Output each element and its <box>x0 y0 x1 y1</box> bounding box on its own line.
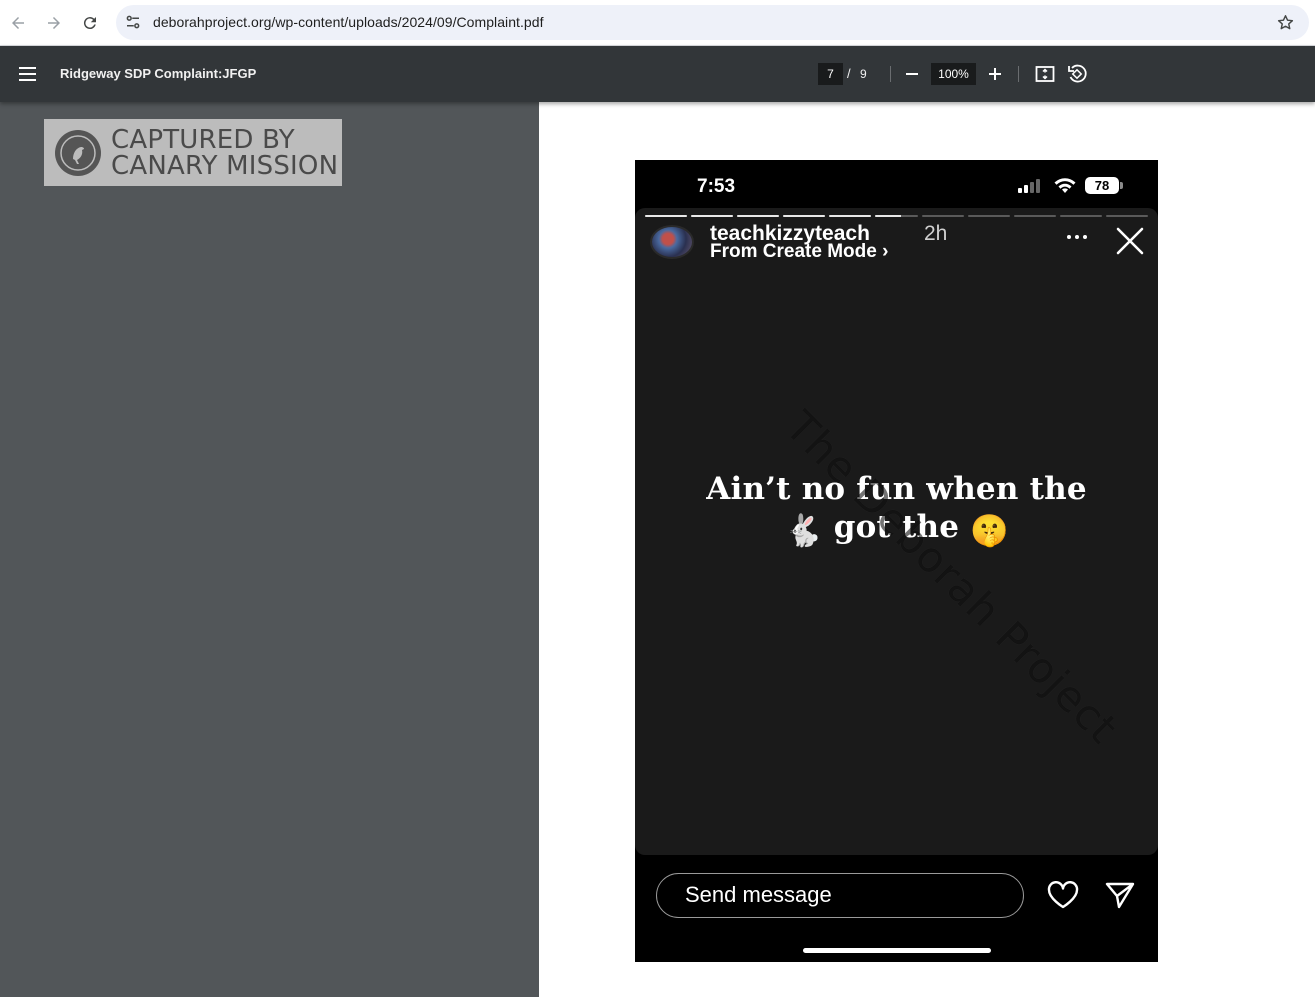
story-progress-fill <box>783 215 826 217</box>
url-text[interactable]: deborahproject.org/wp-content/uploads/20… <box>153 14 544 30</box>
story-progress-fill <box>875 215 901 217</box>
home-indicator <box>803 948 991 953</box>
cellular-signal-icon <box>1018 179 1040 193</box>
rotate-icon[interactable] <box>1066 63 1088 85</box>
send-paper-plane-icon[interactable] <box>1104 880 1136 910</box>
fit-to-page-icon[interactable] <box>1034 63 1056 85</box>
canary-bird-logo-icon <box>55 129 101 176</box>
arrow-right-icon <box>48 17 60 29</box>
document-title: Ridgeway SDP Complaint:JFGP <box>60 66 257 81</box>
heart-icon[interactable] <box>1046 880 1080 910</box>
pdf-viewer: CAPTURED BY CANARY MISSION 7:53 78 teach… <box>0 102 1315 997</box>
story-progress-segment <box>691 215 734 217</box>
create-mode-link[interactable]: From Create Mode › <box>710 241 888 263</box>
story-progress-segment <box>1013 215 1056 217</box>
send-message-input[interactable]: Send message <box>656 873 1024 918</box>
story-content[interactable]: teachkizzyteach 2h From Create Mode › Ai… <box>635 208 1158 855</box>
story-progress-fill <box>691 215 734 217</box>
story-progress-segment <box>737 215 780 217</box>
reload-button[interactable] <box>76 9 104 37</box>
story-progress-segment <box>645 215 688 217</box>
pdf-toolbar: Ridgeway SDP Complaint:JFGP 7 / 9 100% <box>0 46 1315 102</box>
status-time: 7:53 <box>697 176 736 197</box>
story-progress-fill <box>645 215 688 217</box>
stamp-text: CAPTURED BY CANARY MISSION <box>111 127 338 179</box>
avatar[interactable] <box>650 225 694 259</box>
star-icon[interactable] <box>1276 13 1295 32</box>
stamp-line-2: CANARY MISSION <box>111 150 339 181</box>
deborah-project-watermark: The Deborah Project <box>776 401 1128 754</box>
story-progress-fill <box>737 215 780 217</box>
story-progress-fill <box>829 215 872 217</box>
story-progress-segment <box>1105 215 1149 217</box>
toolbar-divider <box>890 66 891 82</box>
story-progress-bars <box>645 215 1149 218</box>
story-progress-segment <box>1059 215 1102 217</box>
page-separator: / <box>847 66 851 81</box>
browser-toolbar: deborahproject.org/wp-content/uploads/20… <box>0 0 1315 46</box>
stamp-line-1: CAPTURED BY <box>111 124 295 155</box>
rabbit-emoji: 🐇 <box>783 513 823 549</box>
arrow-left-icon <box>12 17 24 29</box>
battery-indicator: 78 <box>1085 177 1119 194</box>
page-number-input[interactable]: 7 <box>818 63 843 85</box>
plus-icon[interactable] <box>985 64 1005 84</box>
battery-tip <box>1120 182 1123 189</box>
hamburger-menu-icon[interactable] <box>17 64 39 84</box>
shushing-face-emoji: 🤫 <box>970 513 1010 549</box>
forward-button[interactable] <box>40 9 68 37</box>
close-icon[interactable] <box>1115 226 1145 256</box>
phone-screenshot: 7:53 78 teachkizzyteach 2h From Create M… <box>635 160 1158 962</box>
story-progress-segment <box>967 215 1010 217</box>
captured-by-stamp: CAPTURED BY CANARY MISSION <box>44 119 342 186</box>
zoom-level-input[interactable]: 100% <box>931 63 976 85</box>
minus-icon[interactable] <box>902 64 922 84</box>
back-button[interactable] <box>4 9 32 37</box>
story-progress-segment <box>921 215 964 217</box>
toolbar-divider <box>1018 66 1019 82</box>
story-age: 2h <box>924 222 948 245</box>
page-total: 9 <box>860 67 867 81</box>
story-progress-segment <box>829 215 872 217</box>
pdf-page: 7:53 78 teachkizzyteach 2h From Create M… <box>539 102 1315 997</box>
tune-icon[interactable] <box>124 13 142 31</box>
reload-icon <box>83 17 96 30</box>
story-progress-segment <box>783 215 826 217</box>
story-progress-segment <box>875 215 918 217</box>
wifi-icon <box>1054 178 1076 193</box>
more-options-icon[interactable] <box>1065 233 1089 241</box>
address-bar[interactable]: deborahproject.org/wp-content/uploads/20… <box>116 5 1309 40</box>
